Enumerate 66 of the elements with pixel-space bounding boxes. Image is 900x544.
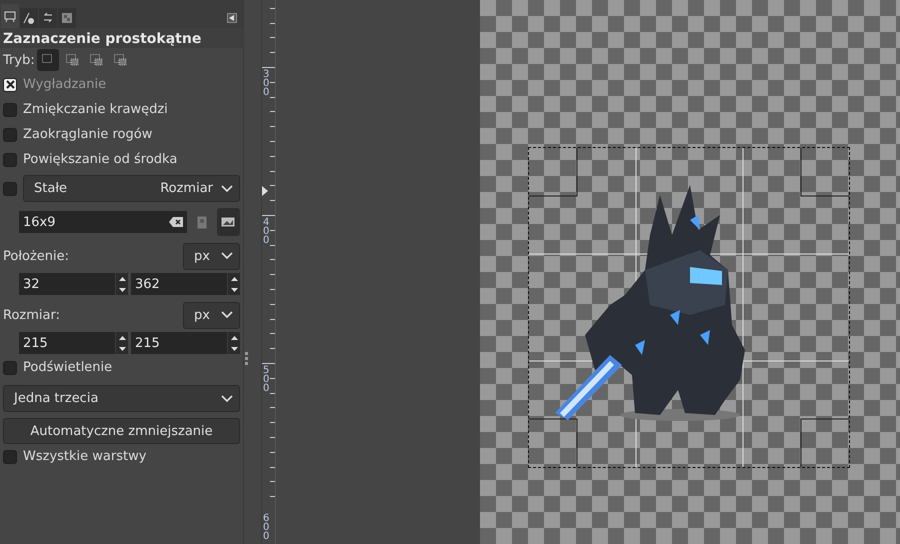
decrement-button[interactable] (228, 284, 240, 295)
pattern-icon (60, 11, 74, 25)
selection-mode-icon (64, 53, 79, 67)
dock-tab[interactable] (20, 8, 38, 28)
increment-button[interactable] (116, 332, 128, 343)
pointer-marker-icon (262, 186, 268, 196)
decrement-button[interactable] (228, 343, 240, 354)
ratio-field[interactable]: 16x9 (19, 211, 188, 233)
ruler-label: 600 (263, 514, 270, 541)
checkbox-label: Zaokrąglanie rogów (23, 127, 152, 142)
checkbox[interactable] (3, 450, 17, 464)
landscape-icon (221, 217, 236, 227)
increment-button[interactable] (116, 273, 128, 284)
font-icon (22, 11, 36, 25)
selection-mode-icon (112, 53, 127, 67)
dock-tab[interactable] (58, 8, 76, 28)
checkbox[interactable] (3, 182, 17, 196)
position-label: Położenie: (3, 248, 70, 264)
size-label: Rozmiar: (3, 308, 60, 322)
pane-handle-icon[interactable] (245, 352, 248, 366)
chevron-down-icon (221, 184, 233, 192)
landscape-button[interactable] (216, 208, 240, 236)
checkbox-label: Podświetlenie (23, 360, 112, 375)
clear-icon[interactable] (169, 217, 184, 227)
triangle-down-icon (118, 288, 126, 292)
fixed-dropdown[interactable]: Stałe Rozmiar (23, 175, 240, 202)
unit-dropdown[interactable]: px (183, 302, 240, 328)
triangle-up-icon (118, 336, 126, 340)
increment-button[interactable] (228, 332, 240, 343)
unit-dropdown[interactable]: px (183, 242, 240, 270)
decrement-button[interactable] (116, 284, 128, 295)
undo-icon (41, 11, 55, 25)
checkbox[interactable] (3, 102, 17, 116)
ruler-label: 400 (263, 218, 270, 245)
dock-menu-button[interactable] (227, 13, 237, 23)
checkbox-label: Powiększanie od środka (23, 152, 178, 167)
triangle-down-icon (230, 346, 238, 350)
tool-title: Zaznaczenie prostokątne (0, 28, 243, 48)
ruler-label: 300 (263, 70, 270, 97)
decrement-button[interactable] (116, 343, 128, 354)
auto-shrink-button[interactable]: Automatyczne zmniejszanie (3, 418, 240, 444)
dock-tab[interactable] (1, 4, 19, 28)
checkbox[interactable] (3, 360, 17, 374)
chevron-down-icon (221, 394, 233, 402)
triangle-up-icon (230, 336, 238, 340)
guides-dropdown[interactable]: Jedna trzecia (3, 385, 240, 412)
triangle-down-icon (118, 346, 126, 350)
mode-label: Tryb: (3, 52, 35, 68)
portrait-icon (196, 216, 207, 228)
triangle-up-icon (118, 276, 126, 280)
ruler-label: 500 (263, 366, 270, 393)
display-icon (3, 9, 17, 23)
selection-mode-icon (88, 53, 103, 67)
checkbox[interactable] (3, 152, 17, 166)
dock-tab[interactable] (39, 8, 57, 28)
mode-button[interactable] (36, 49, 59, 71)
chevron-down-icon (221, 252, 233, 260)
checkbox[interactable] (3, 128, 17, 142)
checkbox-label: Zmiękczanie krawędzi (23, 102, 168, 117)
checkbox-label: Wygładzanie (23, 77, 106, 92)
triangle-up-icon (230, 276, 238, 280)
chevron-down-icon (221, 311, 233, 319)
checkbox-label: Wszystkie warstwy (23, 449, 146, 464)
triangle-left-icon (229, 15, 235, 21)
increment-button[interactable] (228, 273, 240, 284)
triangle-down-icon (230, 288, 238, 292)
